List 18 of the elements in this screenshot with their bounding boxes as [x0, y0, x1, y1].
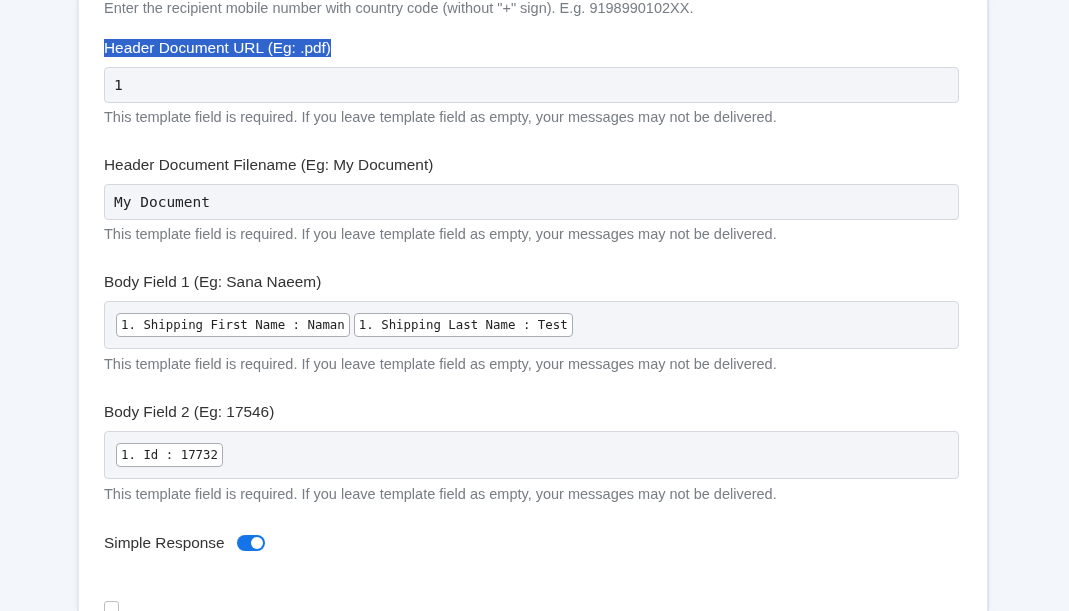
field-label: Header Document Filename (Eg: My Document): [104, 156, 434, 174]
tag-chip[interactable]: 1. Id : 17732: [116, 443, 223, 467]
tag-input[interactable]: 1. Shipping First Name : Naman 1. Shipping Last Name : Test: [104, 301, 959, 349]
text-input[interactable]: My Document: [104, 184, 959, 220]
field-label: Body Field 1 (Eg: Sana Naeem): [104, 273, 322, 291]
tag-chip[interactable]: 1. Shipping First Name : Naman: [116, 313, 350, 337]
tag-input[interactable]: 1. Id : 17732: [104, 431, 959, 479]
toggle-label: Simple Response: [104, 534, 225, 552]
field-hint: This template field is required. If you leave template field as empty, your messages may not be delivered.: [104, 225, 778, 243]
text-input[interactable]: 1: [104, 67, 959, 103]
field-label: Header Document URL (Eg: .pdf): [104, 39, 331, 57]
field-hint: This template field is required. If you leave template field as empty, your messages may not be delivered.: [104, 485, 778, 503]
field-hint: This template field is required. If you leave template field as empty, your messages may not be delivered.: [104, 108, 778, 126]
field-hint: This template field is required. If you leave template field as empty, your messages may not be delivered.: [104, 355, 778, 373]
field-hint: Enter the recipient mobile number with country code (without "+" sign). E.g. 9198990102XX.: [104, 0, 695, 16]
tag-chip[interactable]: 1. Shipping Last Name : Test: [353, 313, 573, 337]
toggle-switch[interactable]: [236, 535, 265, 551]
field-label: Body Field 2 (Eg: 17546): [104, 403, 275, 421]
